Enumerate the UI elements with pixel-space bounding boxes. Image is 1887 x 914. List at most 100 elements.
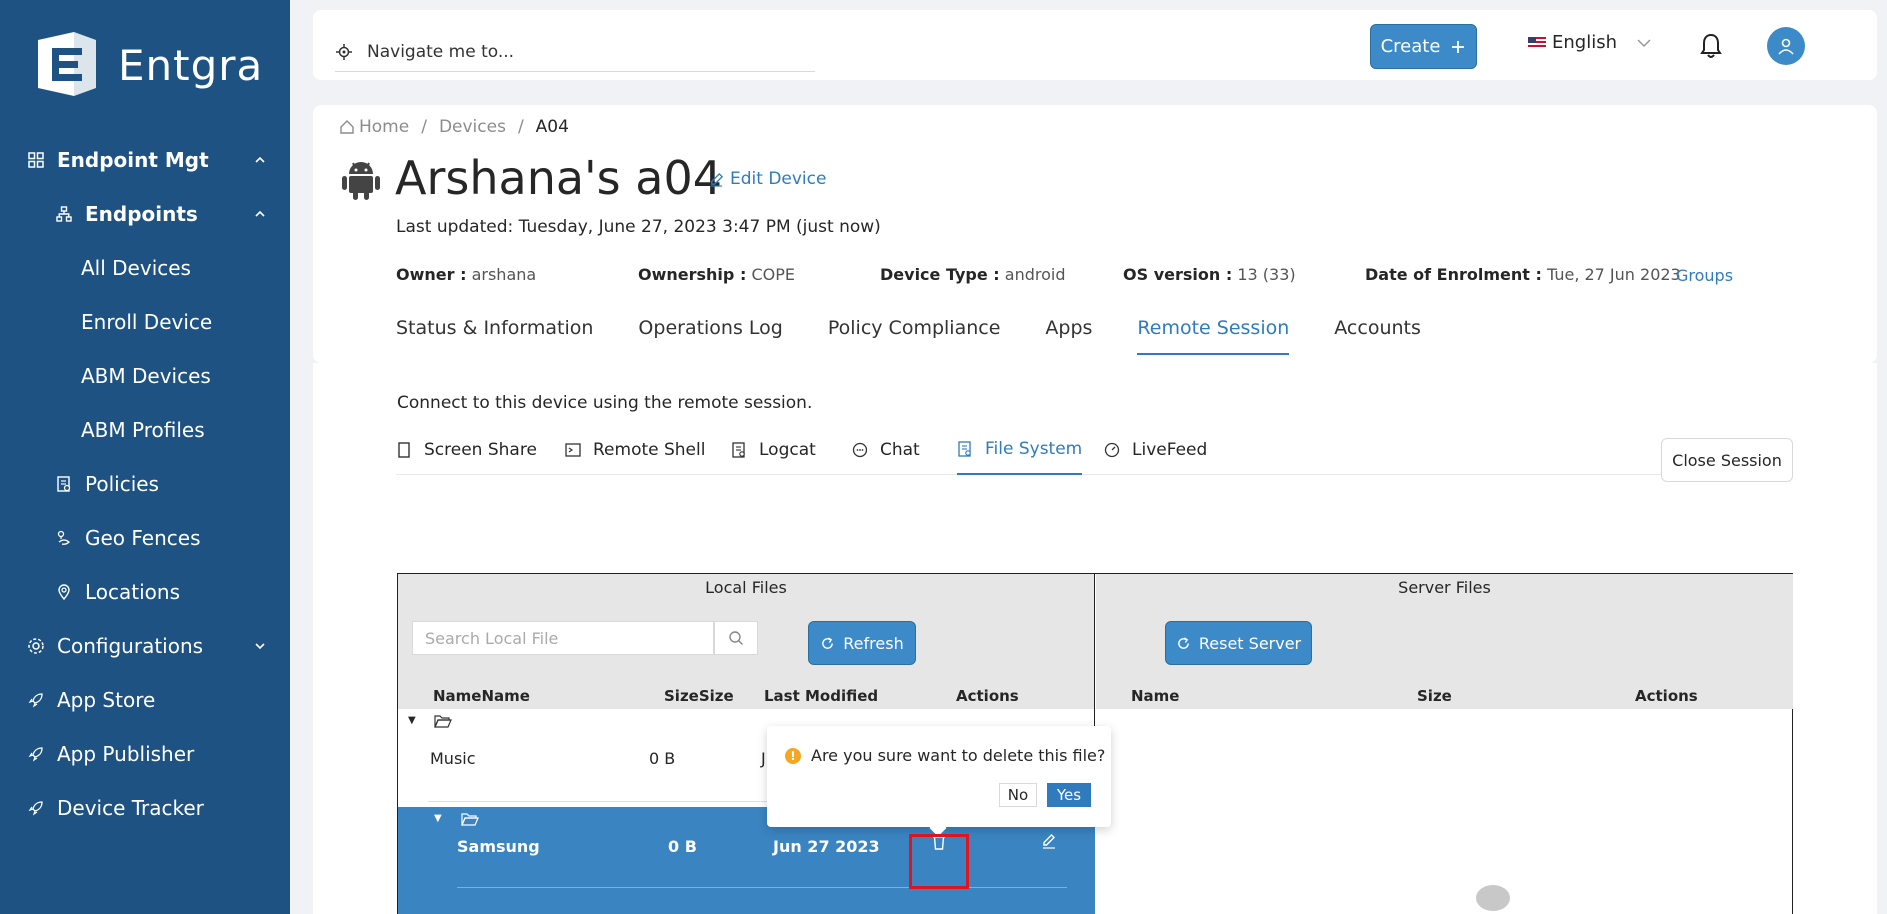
notification-bell-icon[interactable] — [1699, 32, 1723, 60]
subtab-remote-shell[interactable]: Remote Shell — [565, 425, 705, 475]
breadcrumb: Home / Devices / A04 — [339, 117, 569, 137]
subtab-logcat[interactable]: Logcat — [731, 425, 816, 475]
confirm-no-button[interactable]: No — [999, 783, 1037, 807]
chevron-up-icon — [255, 156, 265, 163]
tab-remote-session[interactable]: Remote Session — [1137, 317, 1290, 355]
sidebar-item-label: App Store — [57, 688, 156, 712]
sidebar-item-configurations[interactable]: Configurations — [0, 626, 290, 666]
os-version-value: 13 (33) — [1237, 265, 1296, 284]
brand-logo[interactable]: Entgra — [32, 30, 263, 100]
breadcrumb-home-label: Home — [359, 117, 410, 137]
reset-server-button[interactable]: Reset Server — [1165, 621, 1312, 665]
search-local-file-button[interactable] — [714, 621, 758, 655]
chevron-down-icon — [255, 643, 265, 650]
col-size: Size — [1417, 687, 1452, 705]
subtab-livefeed[interactable]: LiveFeed — [1104, 425, 1207, 475]
subtab-file-system[interactable]: File System — [957, 425, 1083, 475]
refresh-icon — [1178, 636, 1189, 649]
server-files-header: Server Files Reset Server Name Size Acti… — [1096, 574, 1793, 709]
edit-device-link[interactable]: Edit Device — [709, 169, 826, 189]
sidebar-item-endpoints[interactable]: Endpoints — [0, 194, 290, 234]
server-files-title: Server Files — [1398, 578, 1491, 597]
refresh-button[interactable]: Refresh — [808, 621, 916, 665]
col-actions: Actions — [956, 687, 1019, 705]
expand-caret-icon[interactable]: ▼ — [434, 813, 442, 824]
col-last-modified: Last Modified — [764, 687, 879, 705]
reset-server-label: Reset Server — [1198, 633, 1302, 653]
confirm-yes-button[interactable]: Yes — [1047, 783, 1091, 807]
sidebar-item-app-publisher[interactable]: App Publisher — [0, 734, 290, 774]
sidebar-item-label: Endpoints — [85, 202, 198, 226]
sidebar-item-all-devices[interactable]: All Devices — [0, 248, 290, 288]
ownership-value: COPE — [751, 265, 795, 284]
groups-link[interactable]: Groups — [1676, 266, 1733, 285]
breadcrumb-devices[interactable]: Devices — [439, 117, 506, 137]
tab-policy-compliance[interactable]: Policy Compliance — [828, 317, 1001, 355]
sidebar-item-label: Configurations — [57, 634, 204, 658]
home-icon — [340, 120, 354, 134]
language-selector[interactable]: English — [1528, 32, 1653, 53]
sidebar-item-label: Endpoint Mgt — [57, 148, 209, 172]
owner-label: Owner : — [396, 265, 467, 284]
file-size: 0 B — [649, 749, 676, 768]
owner-field: Owner : arshana — [396, 265, 536, 284]
policy-icon — [55, 475, 73, 493]
edit-icon[interactable] — [1041, 833, 1057, 849]
breadcrumb-home[interactable]: Home — [339, 117, 409, 137]
grid-icon — [27, 151, 45, 169]
subtab-screen-share[interactable]: Screen Share — [396, 425, 537, 475]
breadcrumb-separator: / — [421, 117, 427, 137]
sitemap-icon — [55, 205, 73, 223]
sidebar-item-device-tracker[interactable]: Device Tracker — [0, 788, 290, 828]
expand-caret-icon[interactable]: ▼ — [408, 715, 416, 726]
col-name: NameName — [433, 687, 530, 705]
device-type-value: android — [1004, 265, 1066, 284]
sidebar-item-policies[interactable]: Policies — [0, 464, 290, 504]
navigate-placeholder: Navigate me to... — [367, 41, 515, 62]
sidebar-item-geo-fences[interactable]: Geo Fences — [0, 518, 290, 558]
dashboard-icon — [1104, 442, 1120, 458]
tab-operations-log[interactable]: Operations Log — [638, 317, 782, 355]
os-version-field: OS version : 13 (33) — [1123, 265, 1296, 284]
tab-status-information[interactable]: Status & Information — [396, 317, 593, 355]
chevron-down-icon — [1637, 38, 1651, 47]
server-files-panel: Server Files Reset Server Name Size Acti… — [1096, 574, 1793, 914]
sidebar-item-label: Enroll Device — [81, 310, 213, 334]
delete-confirm-popover: ! Are you sure want to delete this file?… — [767, 726, 1111, 837]
sidebar-item-label: ABM Devices — [81, 364, 211, 388]
col-actions: Actions — [1635, 687, 1698, 705]
os-version-label: OS version : — [1123, 265, 1233, 284]
last-updated: Last updated: Tuesday, June 27, 2023 3:4… — [396, 217, 881, 237]
chat-bubble-icon[interactable] — [1476, 885, 1510, 911]
log-icon — [732, 442, 745, 458]
sidebar-item-enroll-device[interactable]: Enroll Device — [0, 302, 290, 342]
subtab-chat[interactable]: Chat — [852, 425, 920, 475]
device-header: Home / Devices / A04 Arshana's a04 Edit … — [313, 105, 1877, 363]
user-icon — [1778, 38, 1794, 55]
local-files-title: Local Files — [705, 578, 787, 597]
sidebar-item-app-store[interactable]: App Store — [0, 680, 290, 720]
create-button[interactable]: Create — [1370, 24, 1477, 69]
file-system-icon — [958, 441, 971, 457]
tab-accounts[interactable]: Accounts — [1334, 317, 1421, 355]
refresh-icon — [822, 636, 834, 649]
navigate-search-input[interactable]: Navigate me to... — [335, 32, 815, 72]
col-name: Name — [1131, 687, 1180, 705]
device-type-label: Device Type : — [880, 265, 1000, 284]
warning-icon: ! — [785, 747, 801, 764]
sidebar-item-label: Geo Fences — [85, 526, 201, 550]
rocket-icon — [27, 799, 45, 817]
user-avatar[interactable] — [1767, 27, 1805, 65]
sidebar-item-locations[interactable]: Locations — [0, 572, 290, 612]
sidebar-item-abm-devices[interactable]: ABM Devices — [0, 356, 290, 396]
tab-apps[interactable]: Apps — [1045, 317, 1092, 355]
sidebar-item-endpoint-mgt[interactable]: Endpoint Mgt — [0, 140, 290, 180]
terminal-icon — [565, 443, 581, 457]
folder-open-icon — [461, 813, 479, 826]
plus-icon — [1452, 40, 1465, 53]
device-tabs: Status & Information Operations Log Poli… — [396, 317, 1466, 355]
enrolment-date-value: Tue, 27 Jun 2023 — [1546, 265, 1681, 284]
sidebar-item-abm-profiles[interactable]: ABM Profiles — [0, 410, 290, 450]
search-local-file-input[interactable]: Search Local File — [412, 621, 714, 655]
close-session-button[interactable]: Close Session — [1661, 438, 1793, 482]
